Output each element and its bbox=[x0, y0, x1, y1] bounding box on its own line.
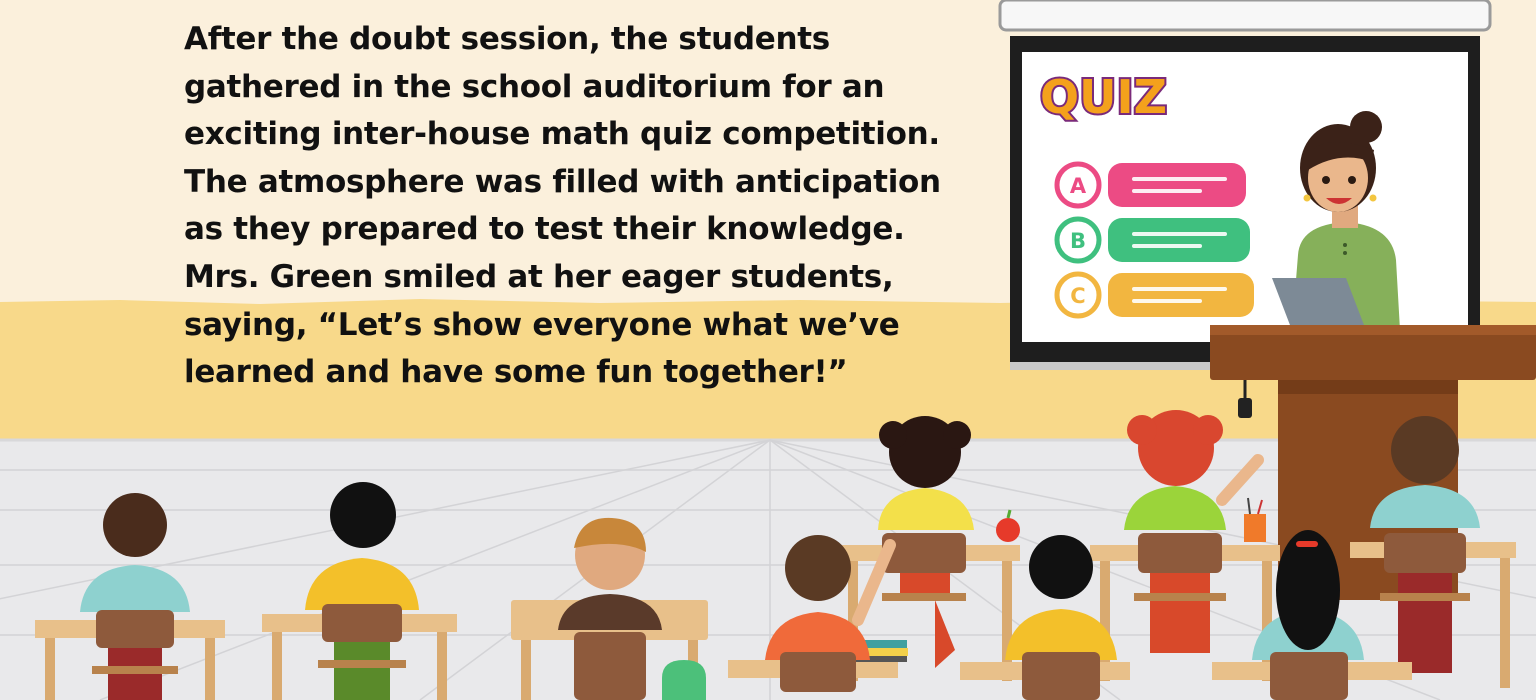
quiz-option-letter: B bbox=[1070, 229, 1086, 253]
story-line: The atmosphere was filled with anticipat… bbox=[184, 163, 941, 200]
quiz-option-b: B bbox=[1054, 216, 1250, 264]
story-line: Mrs. Green smiled at her eager students, bbox=[184, 258, 894, 295]
story-line: gathered in the school auditorium for an bbox=[184, 68, 885, 105]
story-line: saying, “Let’s show everyone what we’ve bbox=[184, 306, 900, 343]
story-line: learned and have some fun together!” bbox=[184, 354, 848, 391]
quiz-logo: QUIZ bbox=[1038, 68, 1169, 126]
quiz-option-letter: A bbox=[1070, 174, 1087, 198]
quiz-options: A B C bbox=[1054, 161, 1254, 319]
backpack bbox=[662, 660, 706, 700]
quiz-option-a: A bbox=[1054, 161, 1246, 209]
story-line: as they prepared to test their knowledge… bbox=[184, 211, 905, 248]
story-text: After the doubt session, the students ga… bbox=[184, 16, 984, 397]
quiz-option-letter: C bbox=[1070, 284, 1085, 308]
quiz-title: QUIZ bbox=[1040, 70, 1167, 124]
quiz-option-c: C bbox=[1054, 271, 1254, 319]
story-line: exciting inter-house math quiz competiti… bbox=[184, 116, 940, 153]
story-line: After the doubt session, the students bbox=[184, 21, 830, 57]
